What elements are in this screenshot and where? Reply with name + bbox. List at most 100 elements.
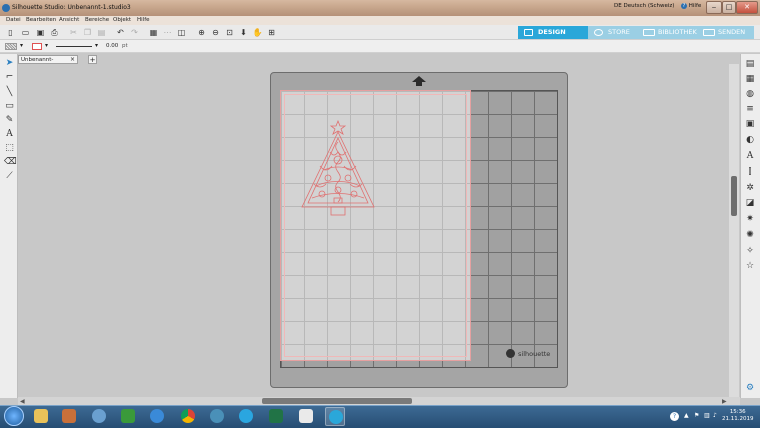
page-setup-icon[interactable]: ▤	[744, 58, 756, 70]
language-indicator[interactable]: DE Deutsch (Schweiz)	[614, 3, 674, 9]
select-arrow-icon[interactable]: ➤	[4, 58, 15, 69]
image-effects-icon[interactable]: ▣	[744, 118, 756, 130]
tray-help-icon[interactable]: ?	[670, 412, 679, 421]
fill-bucket-icon[interactable]: ⬚	[4, 143, 15, 154]
text-tool-icon[interactable]: A	[4, 129, 15, 140]
tray-expand-icon[interactable]: ▲	[684, 412, 689, 419]
knife-tool-icon[interactable]: ⟋	[4, 171, 15, 182]
fit-page-icon[interactable]: ⊞	[266, 27, 277, 38]
internet-explorer-button[interactable]	[147, 407, 167, 426]
registration-marks-icon[interactable]: ▦	[744, 73, 756, 85]
fill-dropdown-icon[interactable]: ▾	[20, 42, 23, 49]
network-app-button[interactable]	[89, 407, 109, 426]
excel-button[interactable]	[266, 407, 286, 426]
media-player-button[interactable]	[59, 407, 79, 426]
cut-icon[interactable]: ✂	[68, 27, 79, 38]
tab-library[interactable]: BIBLIOTHEK	[638, 26, 698, 39]
close-tab-icon[interactable]: ×	[70, 56, 75, 64]
tab-design[interactable]: DESIGN	[518, 26, 588, 39]
tab-store[interactable]: STORE	[588, 26, 638, 39]
group-icon[interactable]: ▦	[148, 27, 159, 38]
line-width-unit: pt	[122, 43, 128, 49]
modify-icon[interactable]: ✷	[744, 213, 756, 225]
pan-hand-icon[interactable]: ✋	[252, 27, 263, 38]
utility-app-button[interactable]	[207, 407, 227, 426]
menu-datei[interactable]: Datei	[6, 17, 21, 23]
paste-icon[interactable]: ▤	[96, 27, 107, 38]
transform-icon[interactable]: ◪	[744, 197, 756, 209]
eraser-icon[interactable]: ⌫	[4, 157, 17, 168]
scroll-left-icon[interactable]: ◀	[20, 398, 25, 405]
line-style-icon[interactable]: ≡	[744, 103, 756, 115]
offset-icon[interactable]: ✺	[744, 229, 756, 241]
fill-color-icon[interactable]: ◍	[744, 88, 756, 100]
favorites-star-icon[interactable]: ☆	[744, 260, 756, 272]
maximize-button[interactable]: □	[722, 1, 736, 14]
settings-gear-icon[interactable]: ⚙	[744, 382, 756, 394]
vertical-scrollbar[interactable]	[729, 64, 739, 398]
windows-taskbar	[0, 405, 760, 428]
start-button[interactable]	[4, 406, 24, 426]
taskbar-clock[interactable]: 15:36 21.11.2019	[722, 409, 754, 423]
document-app-button[interactable]	[296, 407, 316, 426]
zoom-in-icon[interactable]: ⊕	[196, 27, 207, 38]
file-explorer-button[interactable]	[31, 407, 51, 426]
stocks-app-button[interactable]	[118, 407, 138, 426]
zoom-select-icon[interactable]: ⊡	[224, 27, 235, 38]
menu-objekt[interactable]: Objekt	[113, 17, 131, 23]
tab-send[interactable]: SENDEN	[698, 26, 754, 39]
silhouette-studio-button[interactable]	[325, 407, 345, 426]
tray-volume-icon[interactable]: ♪	[713, 412, 717, 419]
tab-store-label: STORE	[608, 28, 630, 36]
zoom-out-icon[interactable]: ⊖	[210, 27, 221, 38]
move-down-icon[interactable]: ⬇	[238, 27, 249, 38]
vertical-scroll-thumb[interactable]	[731, 176, 737, 216]
copy-icon[interactable]: ❐	[82, 27, 93, 38]
fill-pattern-swatch[interactable]	[5, 43, 17, 50]
clock-date: 21.11.2019	[722, 416, 754, 422]
tab-send-label: SENDEN	[718, 28, 746, 36]
rectangle-tool-icon[interactable]: ▭	[4, 101, 15, 112]
select-all-icon[interactable]: ◫	[176, 27, 187, 38]
align-icon[interactable]: ⫿	[744, 166, 756, 178]
line-width-value[interactable]: 0.00	[106, 43, 118, 49]
christmas-tree-design[interactable]	[300, 120, 376, 216]
chrome-button[interactable]	[178, 407, 198, 426]
open-folder-icon[interactable]: ▭	[20, 27, 31, 38]
menu-hilfe[interactable]: Hilfe	[137, 17, 150, 23]
help-link[interactable]: ? Hilfe	[681, 3, 701, 9]
pen-tool-icon[interactable]: ✎	[4, 115, 15, 126]
menu-bereiche[interactable]: Bereiche	[85, 17, 109, 23]
replicate-icon[interactable]: ✲	[744, 182, 756, 194]
horizontal-scroll-thumb[interactable]	[262, 398, 412, 404]
line-style-dropdown-icon[interactable]: ▾	[95, 42, 98, 49]
line-style-preview[interactable]	[56, 46, 92, 47]
document-tab[interactable]: Unbenannt-1.studio3 ×	[18, 55, 78, 71]
chart-icon	[121, 409, 135, 423]
scroll-right-icon[interactable]: ▶	[722, 398, 727, 405]
menu-bearbeiten[interactable]: Bearbeiten	[26, 17, 56, 23]
tray-flag-icon[interactable]: ⚑	[694, 412, 699, 419]
menu-ansicht[interactable]: Ansicht	[59, 17, 79, 23]
line-color-swatch[interactable]	[32, 43, 42, 50]
line-color-dropdown-icon[interactable]: ▾	[45, 42, 48, 49]
undo-icon[interactable]: ↶	[115, 27, 126, 38]
edit-points-icon[interactable]: ⌐	[4, 72, 15, 83]
help-label: Hilfe	[688, 3, 702, 9]
redo-icon[interactable]: ↷	[129, 27, 140, 38]
skype-button[interactable]	[236, 407, 256, 426]
print-icon[interactable]: ⎙	[49, 27, 60, 38]
text-style-icon[interactable]: A	[744, 150, 756, 162]
new-document-icon[interactable]: ▯	[5, 27, 16, 38]
add-tab-button[interactable]: +	[88, 55, 97, 64]
document-icon	[299, 409, 313, 423]
close-button[interactable]: ✕	[736, 1, 758, 14]
line-tool-icon[interactable]: ╲	[4, 87, 15, 98]
tray-network-icon[interactable]: ▥	[704, 412, 710, 419]
ungroup-icon[interactable]: ⋯	[162, 27, 173, 38]
feed-direction-arrow-icon	[412, 76, 426, 86]
trace-icon[interactable]: ✧	[744, 245, 756, 257]
save-icon[interactable]: ▣	[35, 27, 46, 38]
contrast-icon[interactable]: ◐	[744, 134, 756, 146]
minimize-button[interactable]: ‒	[706, 1, 722, 14]
